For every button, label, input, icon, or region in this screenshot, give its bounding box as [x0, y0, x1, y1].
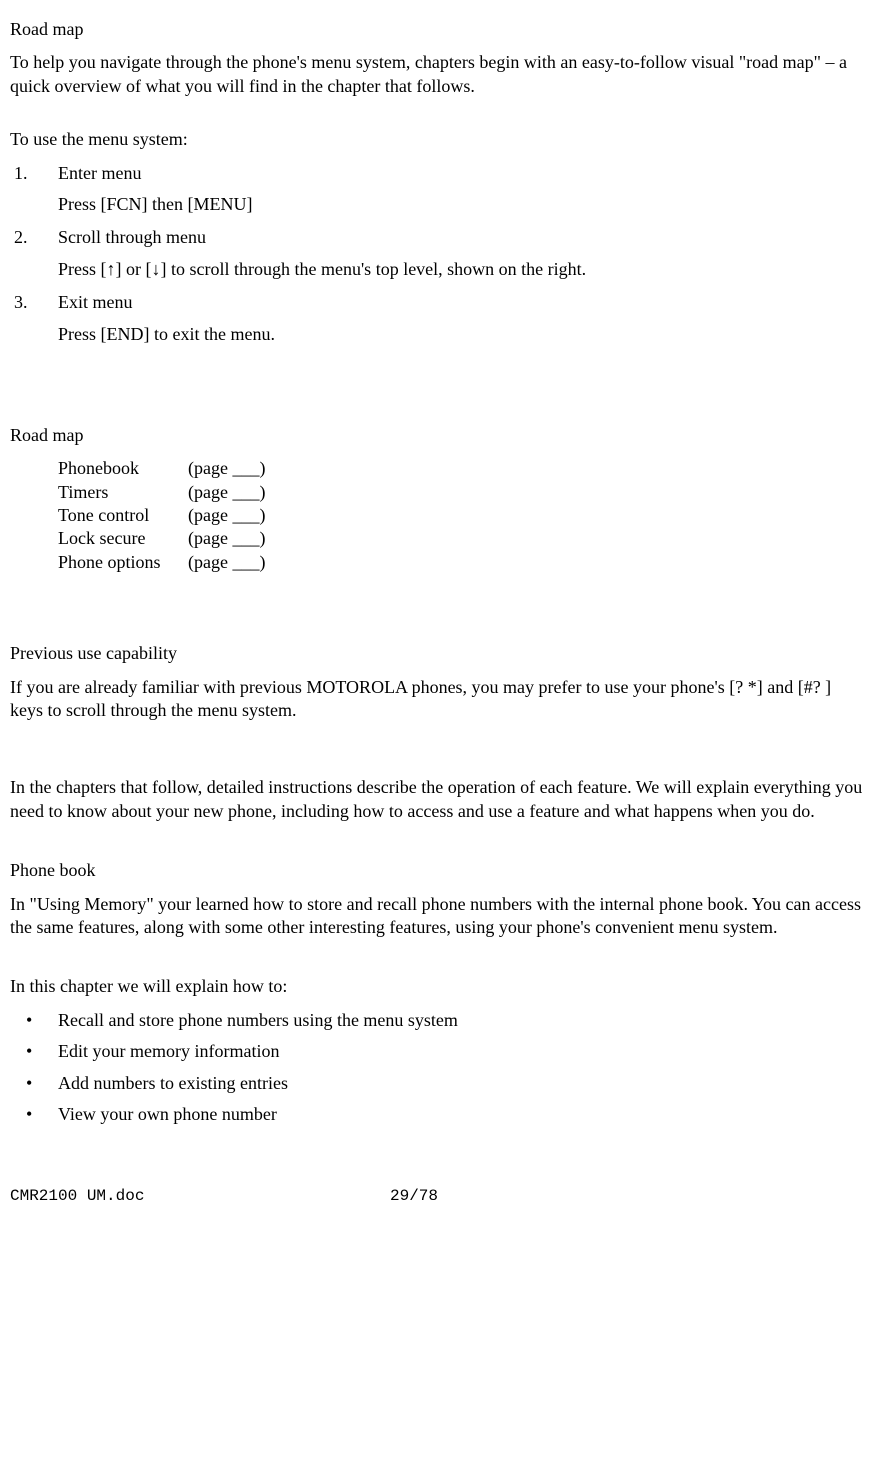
roadmap-row: Timers (page ___): [58, 481, 867, 504]
roadmap-table: Phonebook (page ___) Timers (page ___) T…: [58, 457, 867, 574]
roadmap-row: Phone options (page ___): [58, 551, 867, 574]
roadmap-row: Lock secure (page ___): [58, 527, 867, 550]
page-footer: CMR2100 UM.doc 29/78: [10, 1186, 867, 1207]
roadmap-label: Lock secure: [58, 527, 188, 550]
footer-doc-name: CMR2100 UM.doc: [10, 1186, 390, 1207]
chapter-bullet-list: Recall and store phone numbers using the…: [10, 1009, 867, 1127]
list-item: Recall and store phone numbers using the…: [26, 1009, 867, 1032]
roadmap-page: (page ___): [188, 457, 265, 480]
roadmap2-heading: Road map: [10, 424, 867, 447]
chapters-follow-body: In the chapters that follow, detailed in…: [10, 776, 867, 823]
previous-use-body: If you are already familiar with previou…: [10, 676, 867, 723]
footer-page-number: 29/78: [390, 1186, 438, 1207]
roadmap-label: Tone control: [58, 504, 188, 527]
step-body: Press [FCN] then [MENU]: [58, 193, 867, 216]
step-item: Enter menu Press [FCN] then [MENU]: [32, 162, 867, 217]
roadmap-label: Phone options: [58, 551, 188, 574]
step-title: Scroll through menu: [58, 226, 867, 249]
step-title: Exit menu: [58, 291, 867, 314]
roadmap-intro: To help you navigate through the phone's…: [10, 51, 867, 98]
step-item: Scroll through menu Press [↑] or [↓] to …: [32, 226, 867, 281]
list-item: View your own phone number: [26, 1103, 867, 1126]
previous-use-heading: Previous use capability: [10, 642, 867, 665]
chapter-explain-intro: In this chapter we will explain how to:: [10, 975, 867, 998]
phonebook-body: In "Using Memory" your learned how to st…: [10, 893, 867, 940]
step-title: Enter menu: [58, 162, 867, 185]
step-body: Press [END] to exit the menu.: [58, 323, 867, 346]
roadmap-heading: Road map: [10, 18, 867, 41]
roadmap-label: Phonebook: [58, 457, 188, 480]
list-item: Add numbers to existing entries: [26, 1072, 867, 1095]
menu-system-intro: To use the menu system:: [10, 128, 867, 151]
roadmap-row: Tone control (page ___): [58, 504, 867, 527]
menu-steps-list: Enter menu Press [FCN] then [MENU] Scrol…: [10, 162, 867, 346]
list-item: Edit your memory information: [26, 1040, 867, 1063]
roadmap-page: (page ___): [188, 527, 265, 550]
roadmap-page: (page ___): [188, 551, 265, 574]
step-body: Press [↑] or [↓] to scroll through the m…: [58, 258, 867, 281]
roadmap-page: (page ___): [188, 504, 265, 527]
roadmap-row: Phonebook (page ___): [58, 457, 867, 480]
step-item: Exit menu Press [END] to exit the menu.: [32, 291, 867, 346]
phonebook-heading: Phone book: [10, 859, 867, 882]
roadmap-page: (page ___): [188, 481, 265, 504]
roadmap-label: Timers: [58, 481, 188, 504]
